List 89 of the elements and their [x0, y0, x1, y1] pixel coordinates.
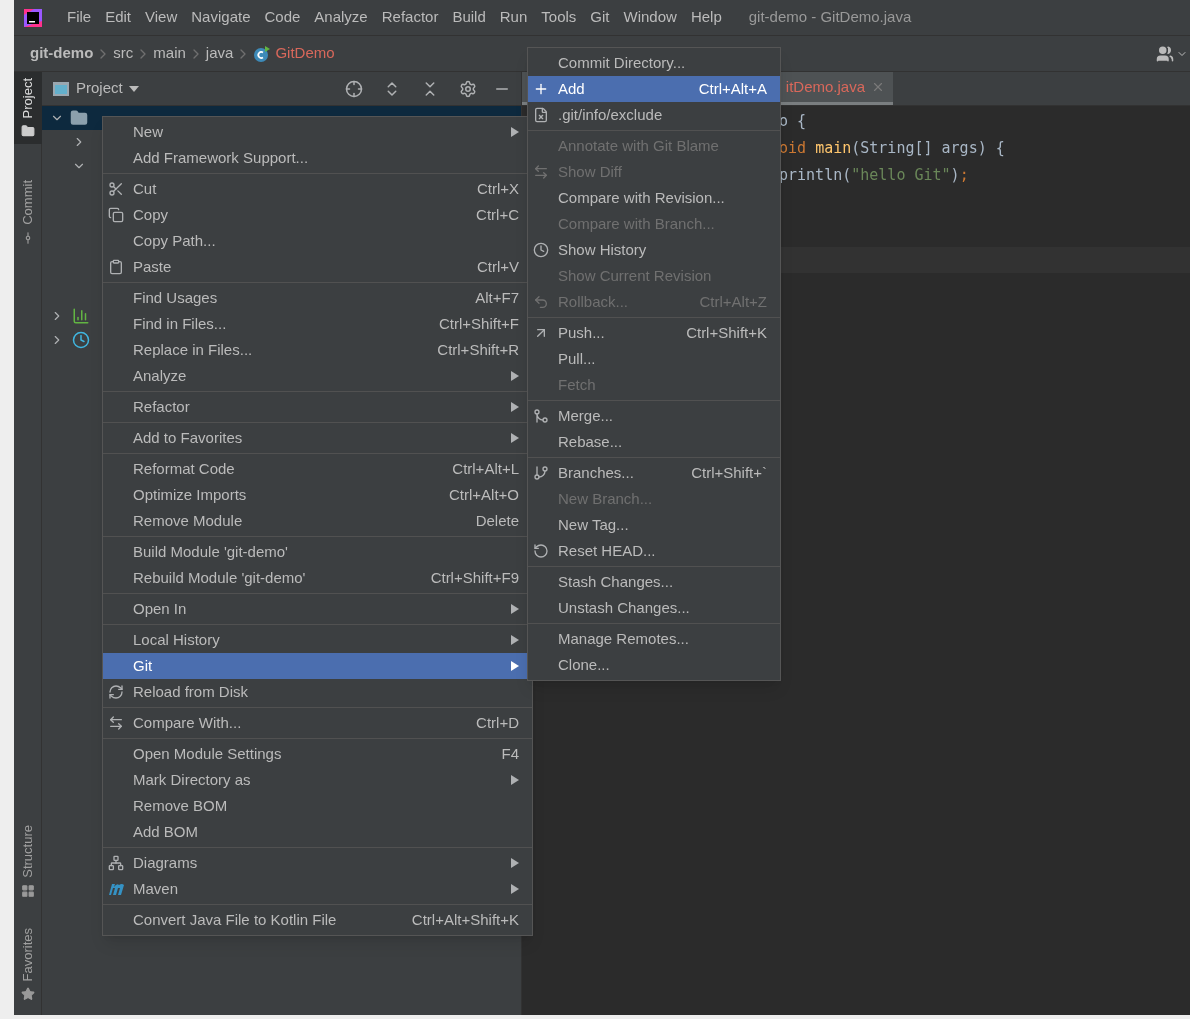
- menu[interactable]: Help: [683, 6, 729, 29]
- menu-item[interactable]: Open Module Settings F4: [103, 741, 532, 767]
- shortcut: Ctrl+Shift+K: [686, 322, 767, 343]
- menu-item[interactable]: .git/info/exclude: [528, 102, 780, 128]
- menu[interactable]: View: [138, 6, 185, 29]
- tool-window-tab[interactable]: Commit: [14, 174, 42, 252]
- breadcrumb[interactable]: main: [153, 42, 186, 65]
- scratches-icon: [72, 331, 90, 349]
- menu[interactable]: Run: [492, 6, 535, 29]
- menu-item[interactable]: New Tag...: [528, 512, 780, 538]
- scissors-icon: [108, 181, 124, 197]
- file-blocked-icon: [533, 107, 549, 123]
- plus-icon: [533, 81, 549, 97]
- panel-icon: [52, 80, 70, 97]
- refresh-icon: [108, 684, 124, 700]
- diagram-icon: [108, 855, 124, 871]
- window-title: git-demo - GitDemo.java: [748, 7, 912, 28]
- users-icon[interactable]: [1156, 44, 1174, 63]
- folder-icon: [70, 109, 88, 127]
- tool-window-tab[interactable]: Structure: [14, 818, 42, 904]
- menu[interactable]: Refactor: [374, 6, 446, 29]
- breadcrumb[interactable]: java: [205, 42, 234, 65]
- maven-icon: [108, 882, 126, 896]
- shortcut: Delete: [475, 510, 519, 531]
- menu[interactable]: Edit: [98, 6, 139, 29]
- shortcut: Ctrl+Alt+L: [452, 458, 519, 479]
- menu[interactable]: Git: [583, 6, 617, 29]
- menu-item[interactable]: Reset HEAD...: [528, 538, 780, 564]
- menu-item[interactable]: Stash Changes...: [528, 569, 780, 595]
- shortcut: Ctrl+Alt+O: [448, 484, 519, 505]
- shortcut: Ctrl+Shift+R: [437, 339, 519, 360]
- settings-icon[interactable]: [459, 79, 477, 98]
- breadcrumb[interactable]: src: [113, 42, 134, 65]
- menu-item[interactable]: Maven: [103, 876, 532, 902]
- diff-icon: [533, 164, 549, 180]
- shortcut: Ctrl+V: [476, 256, 519, 277]
- app-logo-icon: [22, 6, 44, 29]
- menu-item[interactable]: Compare With... Ctrl+D: [103, 710, 532, 736]
- shortcut: Ctrl+Alt+Shift+K: [411, 909, 519, 930]
- menu-item[interactable]: Add Ctrl+Alt+A: [528, 76, 780, 102]
- menu-item[interactable]: Commit Directory...: [528, 50, 780, 76]
- shortcut: Ctrl+Alt+A: [698, 78, 767, 99]
- shortcut: Alt+F7: [475, 287, 519, 308]
- panel-title[interactable]: Project: [76, 77, 123, 100]
- menu-item[interactable]: Compare with Revision...: [528, 185, 780, 211]
- menu[interactable]: Analyze: [307, 6, 375, 29]
- shortcut: Ctrl+C: [476, 204, 519, 225]
- compare-icon: [108, 715, 124, 731]
- menu-item[interactable]: Remove BOM: [103, 793, 532, 819]
- menu[interactable]: Window: [616, 6, 684, 29]
- menu-item[interactable]: Convert Java File to Kotlin File Ctrl+Alt+Shift+K: [103, 907, 532, 933]
- undo-icon: [533, 294, 549, 310]
- menu-item[interactable]: Reload from Disk: [103, 679, 532, 705]
- shortcut: Ctrl+D: [476, 712, 519, 733]
- menu-item[interactable]: Mark Directory as: [103, 767, 532, 793]
- menu-item[interactable]: Manage Remotes...: [528, 626, 780, 652]
- libraries-icon: [72, 307, 90, 325]
- branch-icon: [533, 465, 549, 481]
- breadcrumb[interactable]: git-demo: [30, 42, 94, 65]
- shortcut: Ctrl+X: [476, 178, 519, 199]
- clock-icon: [533, 242, 549, 258]
- class-icon: [253, 44, 272, 63]
- folder-icon: [21, 124, 35, 139]
- menu[interactable]: File: [60, 6, 99, 29]
- structure-icon: [21, 883, 35, 898]
- shortcut: F4: [501, 743, 519, 764]
- locate-icon[interactable]: [345, 79, 363, 98]
- shortcut: Ctrl+Shift+`: [691, 462, 767, 483]
- reset-icon: [533, 543, 549, 559]
- menu[interactable]: Tools: [534, 6, 584, 29]
- menu-item[interactable]: Branches... Ctrl+Shift+`: [528, 460, 780, 486]
- dropdown-caret-icon[interactable]: [128, 85, 139, 92]
- clipboard-icon: [108, 259, 124, 275]
- menu[interactable]: Code: [257, 6, 308, 29]
- menu[interactable]: Build: [445, 6, 493, 29]
- merge-icon: [533, 408, 549, 424]
- menu-item[interactable]: Push... Ctrl+Shift+K: [528, 320, 780, 346]
- breadcrumb[interactable]: GitDemo: [275, 42, 335, 65]
- menu[interactable]: Navigate: [184, 6, 258, 29]
- shortcut: Ctrl+Shift+F9: [430, 567, 519, 588]
- menu-item[interactable]: Diagrams: [103, 850, 532, 876]
- copy-icon: [108, 207, 124, 223]
- menu-item[interactable]: Add BOM: [103, 819, 532, 845]
- star-icon: [21, 987, 35, 1001]
- tool-window-tab[interactable]: Favorites: [14, 921, 42, 1007]
- shortcut: Ctrl+Shift+F: [438, 313, 519, 334]
- menu-item[interactable]: Show History: [528, 237, 780, 263]
- tool-window-tab[interactable]: Project: [14, 72, 42, 145]
- menu-item[interactable]: Pull...: [528, 346, 780, 372]
